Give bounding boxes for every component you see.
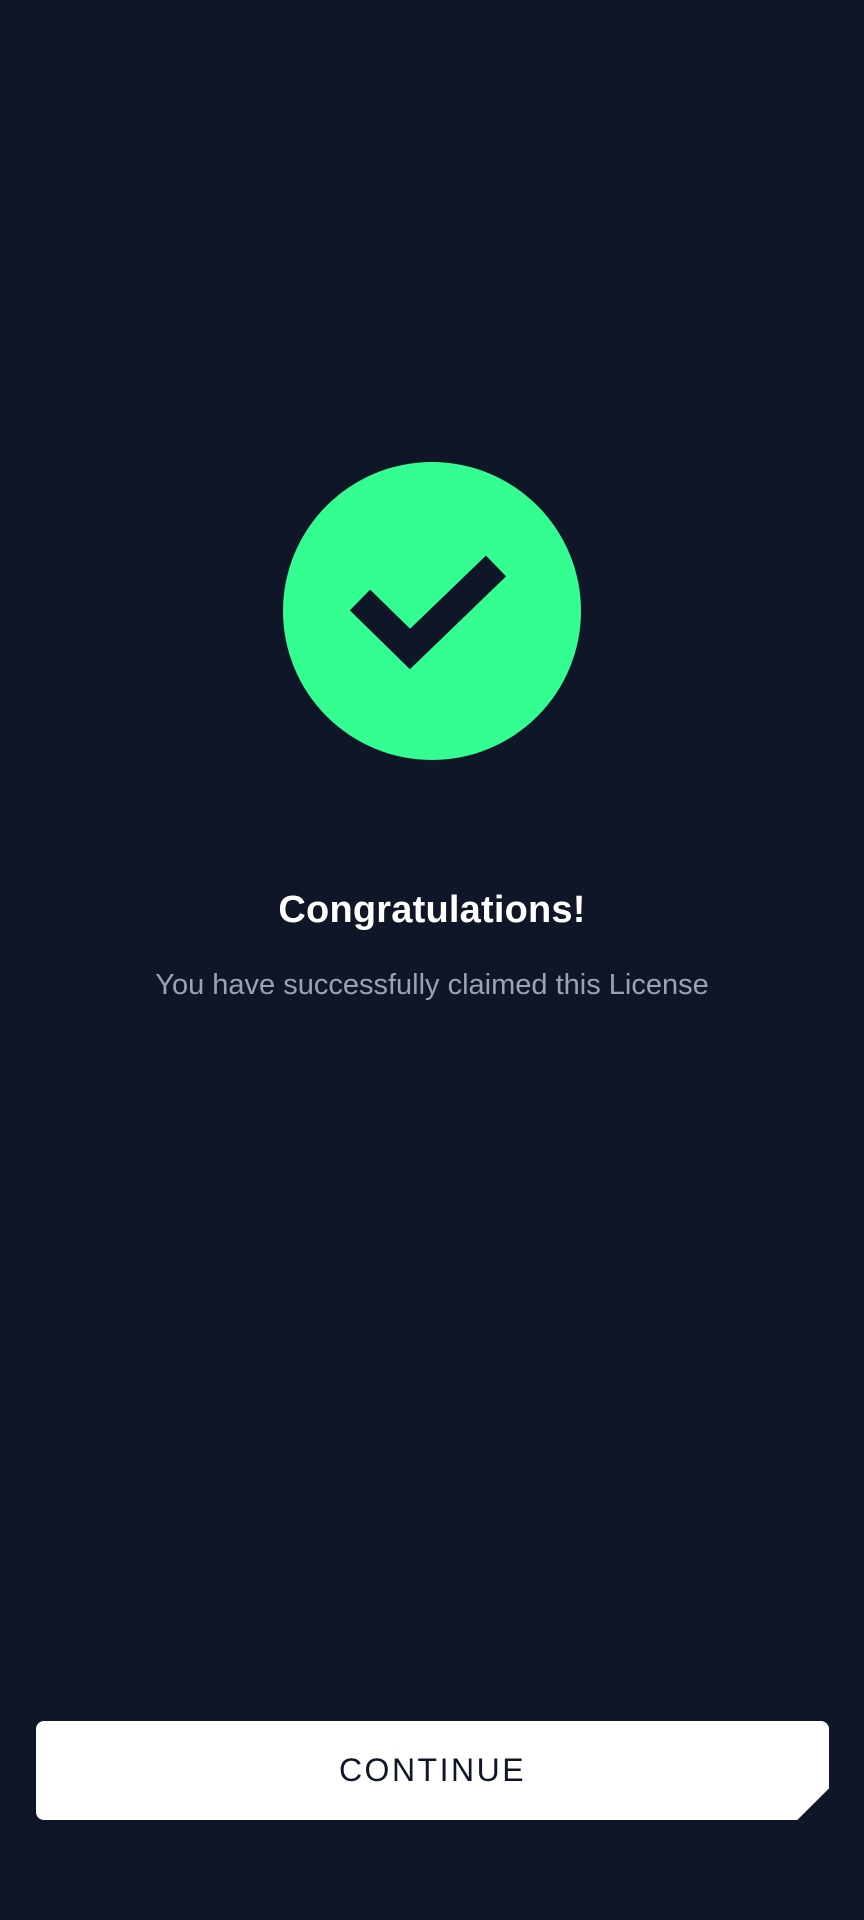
success-subtitle: You have successfully claimed this Licen… [155, 969, 709, 1001]
continue-button[interactable]: CONTINUE [36, 1721, 829, 1820]
success-badge [283, 462, 581, 760]
checkmark-icon [349, 555, 507, 670]
success-screen: Congratulations! You have successfully c… [0, 0, 864, 1920]
success-title: Congratulations! [278, 889, 586, 931]
continue-button-label: CONTINUE [338, 1752, 527, 1788]
